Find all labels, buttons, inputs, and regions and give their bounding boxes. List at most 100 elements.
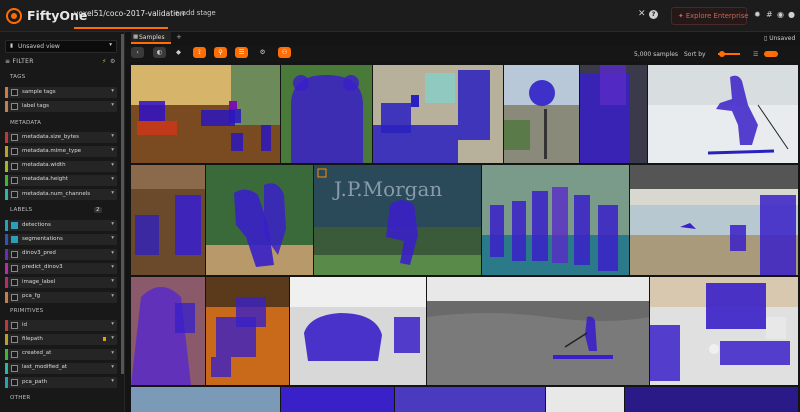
sort-by-select[interactable]: Sort by: [684, 51, 706, 58]
checkbox[interactable]: [11, 236, 18, 244]
chevron-down-icon[interactable]: ▾: [111, 176, 114, 182]
sidebar-item-metadata-size-bytes[interactable]: metadata.size_bytes ▾: [5, 132, 117, 143]
checkbox[interactable]: [11, 293, 18, 301]
grid-cell-row4-b[interactable]: [281, 387, 394, 412]
sidebar-item-predict-dinov3[interactable]: predict_dinov3 ▾: [5, 262, 117, 274]
sun-icon[interactable]: ✹: [754, 10, 761, 19]
chevron-down-icon[interactable]: ▾: [111, 102, 114, 108]
sidebar-item-detections[interactable]: detections ▾: [5, 220, 117, 231]
sidebar-item-created-at[interactable]: created_at ▾: [5, 348, 117, 360]
sidebar-item-dinov3-pred[interactable]: dinov3_pred ▾: [5, 248, 117, 260]
sidebar-item-segmentations[interactable]: segmentations ▾: [5, 234, 117, 246]
chevron-down-icon[interactable]: ▾: [111, 221, 114, 227]
sidebar-item-metadata-mime-type[interactable]: metadata.mime_type ▾: [5, 146, 117, 158]
sidebar-item-pca-path[interactable]: pca_path ▾: [5, 377, 117, 389]
sidebar-scrollbar[interactable]: [121, 34, 124, 374]
section-tags[interactable]: TAGS: [10, 74, 25, 80]
search-icon[interactable]: ⚲: [214, 47, 227, 58]
chevron-down-icon[interactable]: ▾: [111, 335, 114, 341]
checkbox[interactable]: [11, 103, 18, 111]
sidebar-item-metadata-num-channels[interactable]: metadata.num_channels ▾: [5, 189, 117, 201]
grid-cell-bedroom[interactable]: [373, 65, 503, 163]
toggle-switch[interactable]: [764, 51, 778, 57]
grid-cell-group[interactable]: [482, 165, 629, 275]
chevron-down-icon[interactable]: ▾: [111, 235, 114, 241]
lightning-icon[interactable]: ⚡: [102, 58, 106, 65]
add-stage-button[interactable]: + add stage: [174, 9, 216, 17]
grid-cell-baseball[interactable]: [206, 165, 313, 275]
chevron-down-icon[interactable]: ▾: [111, 350, 114, 356]
fiftyone-logo-icon[interactable]: [6, 8, 22, 24]
chevron-down-icon[interactable]: ▾: [111, 147, 114, 153]
checkbox[interactable]: [11, 250, 18, 258]
chevron-down-icon[interactable]: ▾: [111, 264, 114, 270]
sidebar-item-last-modified-at[interactable]: last_modified_at ▾: [5, 362, 117, 374]
grid-cell-row4-e[interactable]: [625, 387, 798, 412]
gear-icon[interactable]: ⚙: [256, 47, 269, 58]
zoom-slider-knob[interactable]: [719, 50, 725, 57]
grid-cell-girl[interactable]: [131, 277, 205, 385]
section-labels[interactable]: LABELS: [10, 207, 32, 213]
grid-cell-surfer[interactable]: [427, 277, 649, 385]
settings-icon[interactable]: ⚙: [110, 58, 115, 65]
grid-cell-tennis[interactable]: J.P.Morgan: [314, 165, 481, 275]
tab-samples[interactable]: ▦ Samples: [131, 32, 171, 44]
grid-cell-bear[interactable]: [281, 65, 372, 163]
add-panel-button[interactable]: +: [176, 33, 182, 41]
filter-icon[interactable]: ⟟: [193, 47, 206, 58]
grid-cell-plane[interactable]: [546, 387, 624, 412]
checkbox[interactable]: [11, 89, 18, 96]
discord-icon[interactable]: ◉: [777, 10, 784, 19]
chevron-left-icon[interactable]: ‹: [131, 47, 144, 58]
section-primitives[interactable]: PRIMITIVES: [10, 308, 43, 314]
slack-icon[interactable]: #: [766, 10, 773, 19]
sidebar-item-metadata-width[interactable]: metadata.width ▾: [5, 160, 117, 172]
checkbox[interactable]: [11, 134, 18, 141]
grid-cell-beach[interactable]: [630, 165, 798, 275]
checkbox[interactable]: [11, 222, 18, 229]
explore-enterprise-button[interactable]: ✦ Explore Enterprise: [671, 7, 749, 25]
chevron-down-icon[interactable]: ▾: [111, 190, 114, 196]
help-icon[interactable]: ?: [649, 10, 658, 19]
chevron-down-icon[interactable]: ▾: [111, 162, 114, 168]
tag-icon[interactable]: ◆: [172, 47, 185, 58]
sidebar-item-id[interactable]: id ▾: [5, 320, 117, 331]
person-icon[interactable]: ⚇: [278, 47, 291, 58]
grid-cell-cake[interactable]: [290, 277, 426, 385]
chevron-down-icon[interactable]: ▾: [111, 250, 114, 256]
chevron-down-icon[interactable]: ▾: [111, 293, 114, 299]
grid-cell-living-room[interactable]: [131, 65, 280, 163]
chevron-down-icon[interactable]: ▾: [111, 278, 114, 284]
close-icon[interactable]: ✕: [638, 9, 646, 19]
dataset-selector[interactable]: voxel51/coco-2017-validation: [74, 9, 185, 18]
checkbox[interactable]: [11, 148, 18, 156]
checkbox[interactable]: [11, 264, 18, 272]
grid-cell-skier[interactable]: [648, 65, 798, 163]
palette-icon[interactable]: ◐: [153, 47, 166, 58]
grid-cell-person[interactable]: [580, 65, 647, 163]
grid-cell-fridge[interactable]: [131, 165, 205, 275]
section-other[interactable]: OTHER: [10, 395, 30, 401]
checkbox[interactable]: [11, 191, 18, 199]
checkbox[interactable]: [11, 336, 18, 344]
checkbox[interactable]: [11, 379, 18, 387]
sidebar-item-sample-tags[interactable]: sample tags ▾: [5, 87, 117, 98]
chevron-down-icon[interactable]: ▾: [111, 321, 114, 327]
unsaved-status[interactable]: ▯ Unsaved: [764, 35, 795, 42]
github-icon[interactable]: ●: [788, 10, 795, 19]
sidebar-item-pca-fg[interactable]: pca_fg ▾: [5, 291, 117, 303]
checkbox[interactable]: [11, 162, 18, 170]
checkbox[interactable]: [11, 350, 18, 358]
sidebar-item-filepath[interactable]: filepath ▾: [5, 334, 117, 346]
chevron-down-icon[interactable]: ▾: [111, 378, 114, 384]
view-select[interactable]: ▮ Unsaved view ▾: [5, 40, 117, 53]
sidebar-item-label-tags[interactable]: label tags ▾: [5, 101, 117, 113]
grid-cell-sky[interactable]: [131, 387, 280, 412]
sidebar-item-image-label[interactable]: image_label ▾: [5, 277, 117, 289]
chevron-down-icon[interactable]: ▾: [111, 133, 114, 139]
checkbox[interactable]: [11, 322, 18, 329]
checkbox[interactable]: [11, 364, 18, 372]
sidebar-item-metadata-height[interactable]: metadata.height ▾: [5, 174, 117, 186]
grid-toggle-icon[interactable]: ☰: [753, 51, 758, 58]
grid-cell-market[interactable]: [206, 277, 289, 385]
